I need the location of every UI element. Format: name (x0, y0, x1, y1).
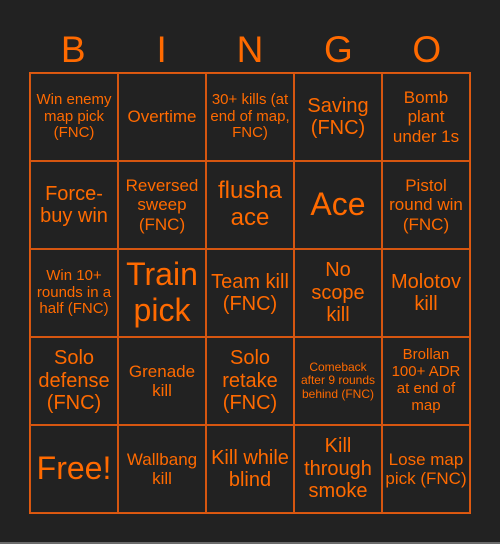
bingo-cell[interactable]: Brollan 100+ ADR at end of map (382, 337, 470, 425)
bingo-cell[interactable]: Bomb plant under 1s (382, 73, 470, 161)
bingo-cell[interactable]: Wallbang kill (118, 425, 206, 513)
bingo-cell[interactable]: Ace (294, 161, 382, 249)
bingo-cell[interactable]: Win enemy map pick (FNC) (30, 73, 118, 161)
bingo-cell[interactable]: Comeback after 9 rounds behind (FNC) (294, 337, 382, 425)
bingo-cell[interactable]: Force-buy win (30, 161, 118, 249)
bingo-cell[interactable]: Solo defense (FNC) (30, 337, 118, 425)
header-letter-i: I (156, 29, 167, 70)
bingo-header: B I N G O (29, 28, 471, 72)
bingo-cell[interactable]: Molotov kill (382, 249, 470, 337)
bingo-cell[interactable]: Team kill (FNC) (206, 249, 294, 337)
bingo-cell[interactable]: Saving (FNC) (294, 73, 382, 161)
header-letter-n: N (236, 29, 264, 70)
header-letter-g: G (324, 29, 353, 70)
header-letter-b: B (60, 29, 86, 70)
header-letter-o: O (412, 29, 442, 70)
bingo-cell[interactable]: Win 10+ rounds in a half (FNC) (30, 249, 118, 337)
bingo-cell[interactable]: Train pick (118, 249, 206, 337)
bingo-cell[interactable]: Pistol round win (FNC) (382, 161, 470, 249)
bingo-cell[interactable]: Kill through smoke (294, 425, 382, 513)
bingo-cell[interactable]: Lose map pick (FNC) (382, 425, 470, 513)
bingo-cell[interactable]: 30+ kills (at end of map, FNC) (206, 73, 294, 161)
bingo-grid: Win enemy map pick (FNC) Overtime 30+ ki… (29, 72, 471, 514)
bingo-cell-free[interactable]: Free! (30, 425, 118, 513)
bingo-cell[interactable]: No scope kill (294, 249, 382, 337)
bingo-cell[interactable]: Reversed sweep (FNC) (118, 161, 206, 249)
bingo-cell[interactable]: Overtime (118, 73, 206, 161)
bingo-cell[interactable]: flusha ace (206, 161, 294, 249)
bingo-cell[interactable]: Solo retake (FNC) (206, 337, 294, 425)
bingo-cell[interactable]: Kill while blind (206, 425, 294, 513)
bingo-cell[interactable]: Grenade kill (118, 337, 206, 425)
